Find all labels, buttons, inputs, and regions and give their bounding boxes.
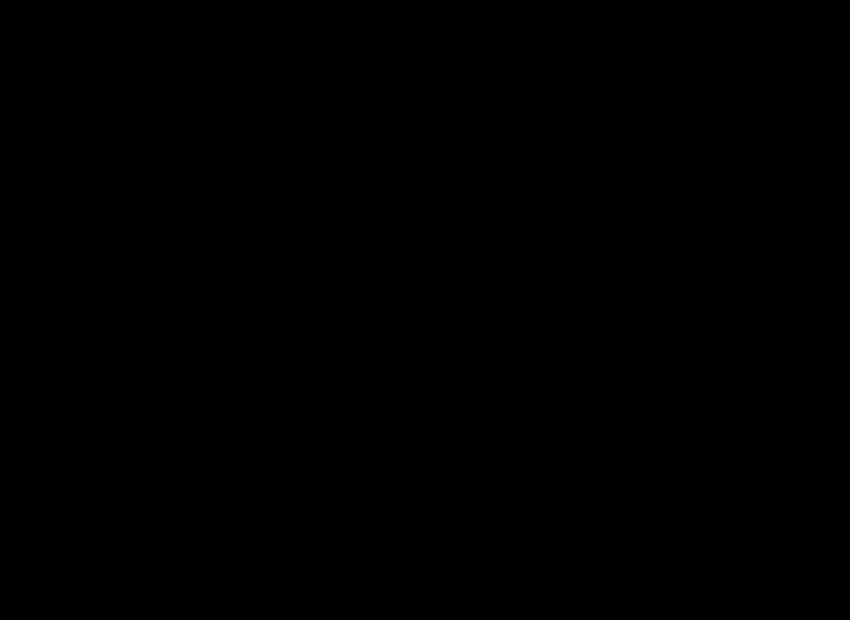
- meteogram-canvas: [0, 0, 850, 620]
- meteogram-page: [0, 0, 850, 620]
